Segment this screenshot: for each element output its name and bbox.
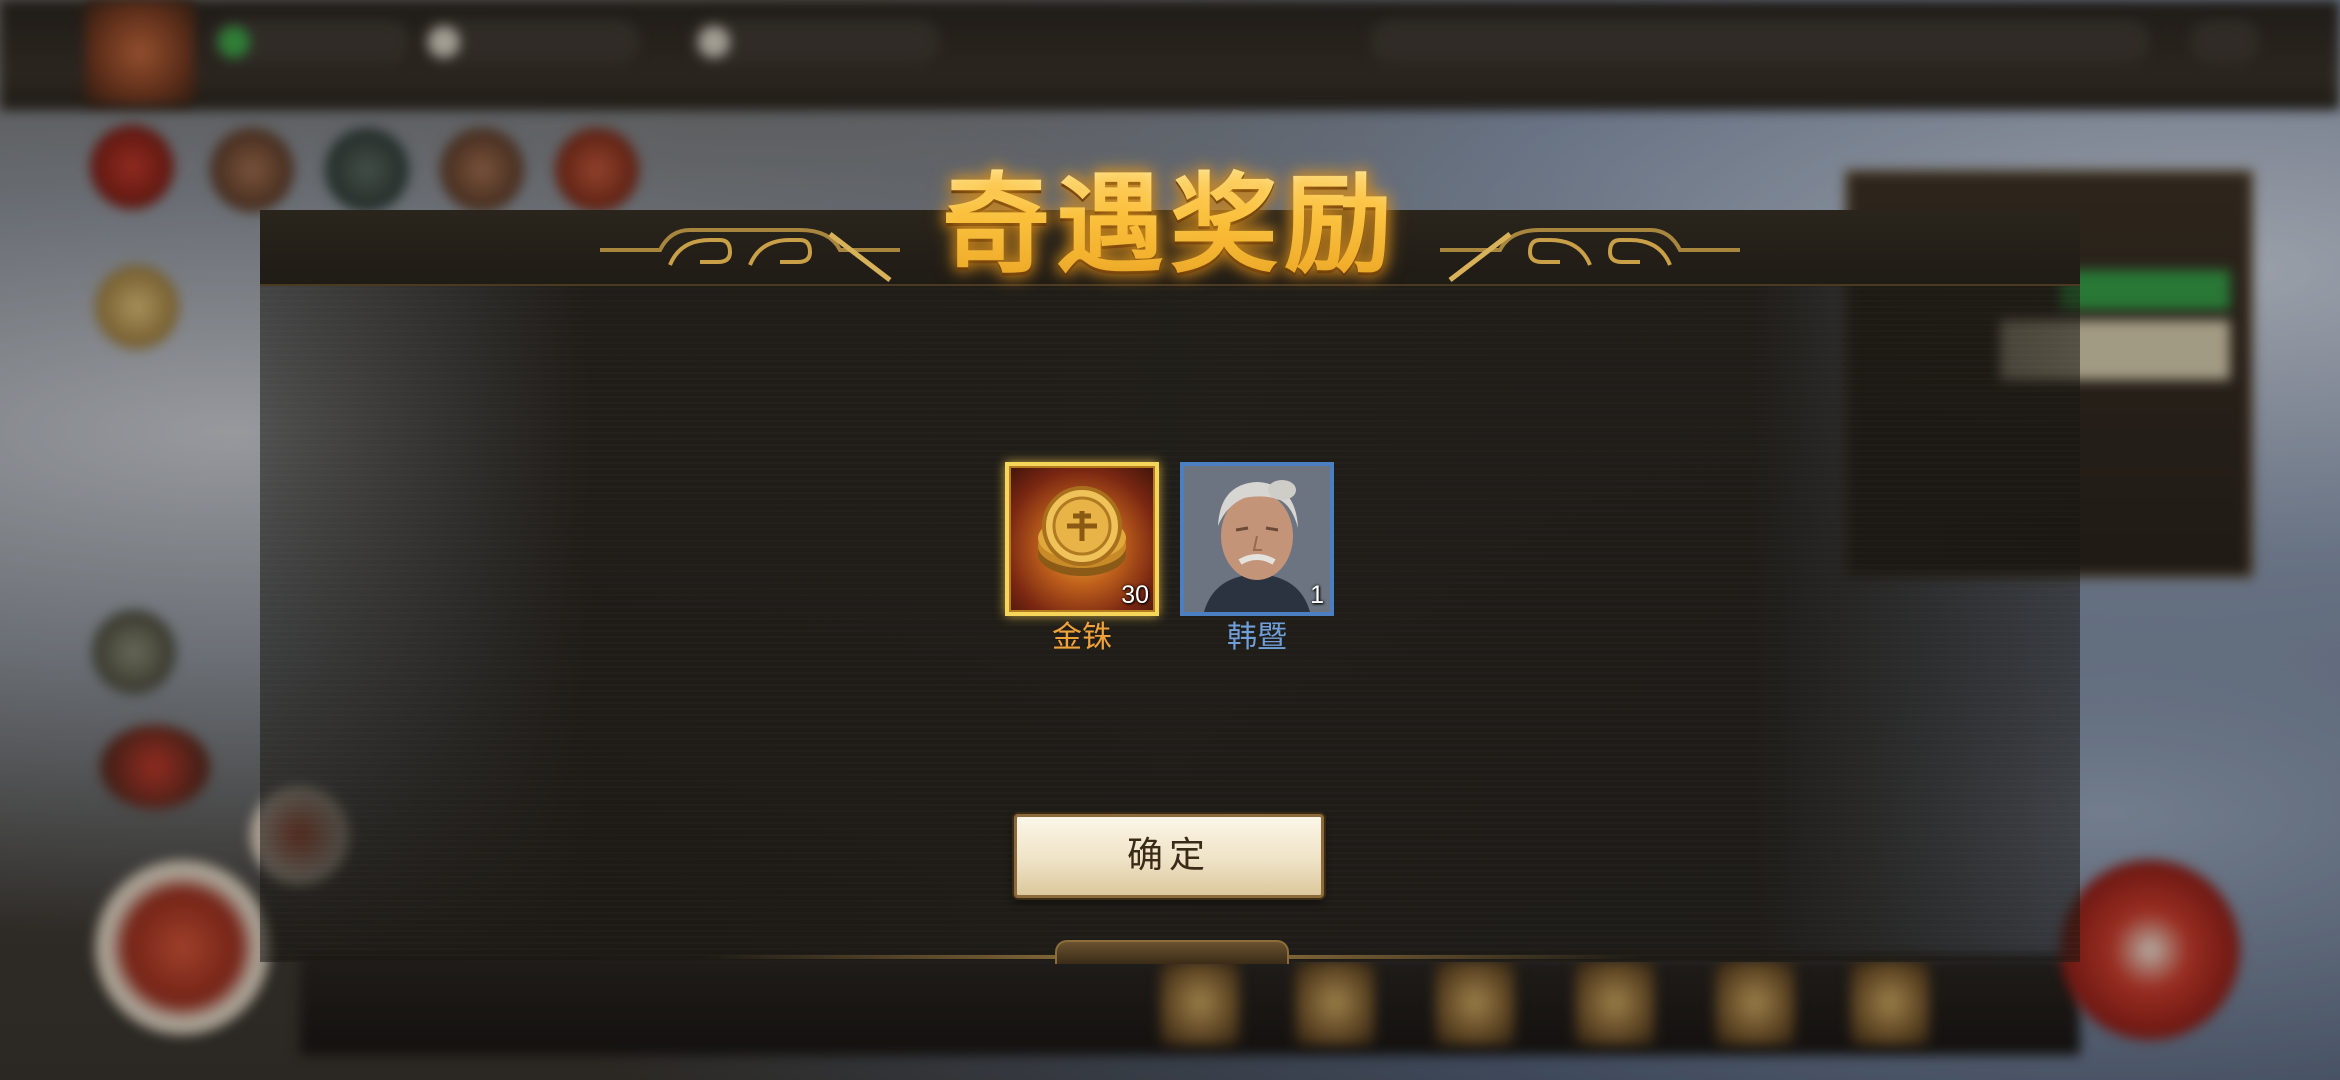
reward-name: 韩暨 [1227,620,1287,655]
reward-frame-gold[interactable]: 30 [1005,462,1159,616]
reward-count: 30 [1121,581,1149,609]
reward-item[interactable]: 1 韩暨 [1180,462,1340,656]
game-screen: 奇遇奖励 30 金铢 1 韩暨 确定 [0,0,2340,1080]
confirm-button[interactable]: 确定 [1014,814,1324,898]
general-portrait [1184,466,1330,612]
reward-frame-blue[interactable]: 1 [1180,462,1334,616]
reward-item[interactable]: 30 金铢 [1005,462,1165,656]
reward-name: 金铢 [1052,620,1112,655]
modal-bottom-ornament [1055,940,1289,964]
header-ornament-left [600,228,900,282]
reward-count: 1 [1310,581,1324,609]
header-ornament-right [1440,228,1740,282]
modal-title: 奇遇奖励 [880,155,1460,295]
